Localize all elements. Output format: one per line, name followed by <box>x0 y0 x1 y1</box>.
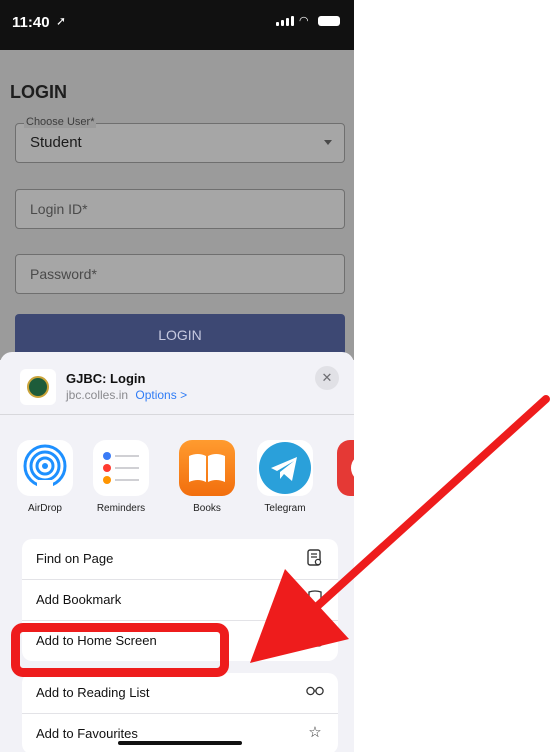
password-field[interactable]: Password* <box>15 254 345 294</box>
status-icons: ◠ <box>276 15 340 27</box>
site-logo-icon <box>20 369 56 405</box>
star-icon: ☆ <box>308 724 322 741</box>
site-url: jbc.colles.in <box>66 388 129 402</box>
login-id-field[interactable]: Login ID* <box>15 189 345 229</box>
glasses-icon <box>306 683 324 701</box>
share-app-reminders[interactable]: Reminders <box>86 440 156 514</box>
annotation-arrow <box>250 395 550 663</box>
action-label: Find on Page <box>36 551 114 566</box>
login-form-dimmed: LOGIN Choose User* Student Login ID* Pas… <box>0 50 354 360</box>
action-add-to-reading-list[interactable]: Add to Reading List <box>22 673 338 714</box>
site-title: GJBC: Login <box>66 371 146 386</box>
home-indicator <box>118 741 242 745</box>
books-icon <box>179 440 235 496</box>
password-placeholder: Password* <box>30 266 97 282</box>
login-id-placeholder: Login ID* <box>30 201 88 217</box>
action-label: Add to Reading List <box>36 685 150 700</box>
action-label: Add Bookmark <box>36 592 122 607</box>
login-button[interactable]: LOGIN <box>15 314 345 356</box>
status-time: 11:40 <box>12 14 50 31</box>
user-type-select[interactable]: Choose User* Student <box>15 116 345 163</box>
share-app-airdrop[interactable]: AirDrop <box>10 440 80 514</box>
action-label: Add to Favourites <box>36 726 138 741</box>
highlight-box <box>11 623 229 677</box>
location-arrow-icon: ➚ <box>56 14 67 28</box>
battery-icon <box>318 16 340 26</box>
site-url-line: jbc.colles.in Options > <box>66 388 187 402</box>
options-link[interactable]: Options > <box>135 388 187 402</box>
airdrop-icon <box>17 440 73 496</box>
action-add-to-favourites[interactable]: Add to Favourites ☆ <box>22 714 338 752</box>
chevron-down-icon <box>324 140 332 145</box>
signal-icon <box>276 16 294 26</box>
close-button[interactable]: ✕ <box>315 366 339 390</box>
wifi-icon: ◠ <box>299 15 309 27</box>
app-name: AirDrop <box>28 503 62 514</box>
status-bar: 11:40 ➚ ◠ <box>0 0 354 50</box>
user-type-label: Choose User* <box>24 116 97 128</box>
app-name: Reminders <box>96 503 146 514</box>
page-title: LOGIN <box>10 82 67 102</box>
user-type-value: Student <box>30 134 82 151</box>
reminders-icon <box>93 440 149 496</box>
